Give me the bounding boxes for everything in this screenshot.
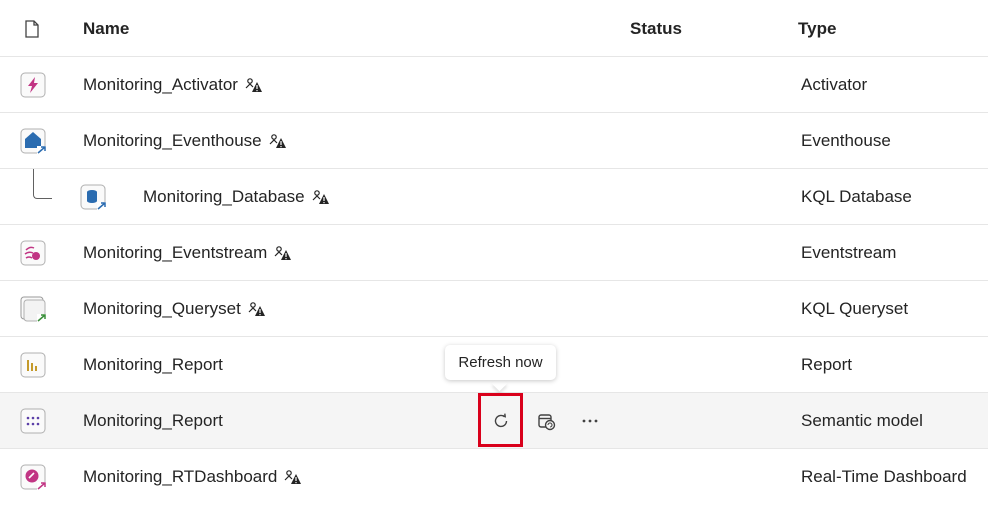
item-name[interactable]: Monitoring_Activator — [83, 75, 238, 95]
item-name[interactable]: Monitoring_Eventstream — [83, 243, 267, 263]
item-type: Eventstream — [801, 243, 897, 262]
table-row[interactable]: Monitoring_Queryset KQL Queryset — [0, 281, 988, 337]
more-options-button[interactable] — [572, 403, 608, 439]
kql-database-icon — [80, 184, 106, 210]
sensitivity-warning-icon — [248, 302, 265, 316]
item-type: Activator — [801, 75, 868, 94]
ellipsis-icon — [582, 419, 598, 423]
sensitivity-warning-icon — [245, 78, 262, 92]
sensitivity-warning-icon — [274, 246, 292, 260]
item-type: Report — [801, 355, 853, 374]
semantic-model-icon — [20, 408, 46, 434]
sensitivity-warning-icon — [284, 470, 302, 484]
item-name[interactable]: Monitoring_Database — [143, 187, 305, 207]
eventstream-icon — [20, 240, 46, 266]
column-header-name[interactable]: Name — [83, 19, 129, 39]
sensitivity-warning-icon — [312, 190, 329, 204]
refresh-now-tooltip: Refresh now — [445, 345, 556, 380]
real-time-dashboard-icon — [20, 464, 46, 490]
item-name[interactable]: Monitoring_RTDashboard — [83, 467, 277, 487]
item-type: Semantic model — [801, 411, 923, 430]
column-header-type[interactable]: Type — [798, 19, 836, 39]
table-row[interactable]: Monitoring_RTDashboard Real-Time Dashboa… — [0, 449, 988, 505]
column-header-status[interactable]: Status — [630, 19, 682, 39]
item-name[interactable]: Monitoring_Eventhouse — [83, 131, 262, 151]
eventhouse-icon — [20, 128, 46, 154]
activator-icon — [20, 72, 46, 98]
table-row[interactable]: Monitoring_Database KQL Database — [0, 169, 988, 225]
item-name[interactable]: Monitoring_Report — [83, 355, 223, 375]
item-name[interactable]: Monitoring_Queryset — [83, 299, 241, 319]
item-type: KQL Database — [801, 187, 912, 206]
table-row[interactable]: Monitoring_Activator Activator — [0, 57, 988, 113]
table-row[interactable]: Monitoring_Eventhouse Eventhouse — [0, 113, 988, 169]
report-icon — [20, 352, 46, 378]
item-name[interactable]: Monitoring_Report — [83, 411, 223, 431]
schedule-refresh-icon — [538, 414, 556, 431]
refresh-button-highlight — [478, 393, 523, 447]
tooltip-text: Refresh now — [458, 354, 543, 371]
item-type: Real-Time Dashboard — [801, 467, 967, 486]
item-type: KQL Queryset — [801, 299, 909, 318]
kql-queryset-icon — [20, 296, 46, 322]
table-header: Name Status Type — [0, 0, 988, 57]
item-type: Eventhouse — [801, 131, 891, 150]
schedule-refresh-button[interactable] — [528, 403, 564, 439]
tree-connector — [33, 169, 52, 199]
file-icon — [25, 20, 39, 38]
table-row[interactable]: Monitoring_Eventstream Eventstream — [0, 225, 988, 281]
sensitivity-warning-icon — [269, 134, 286, 148]
